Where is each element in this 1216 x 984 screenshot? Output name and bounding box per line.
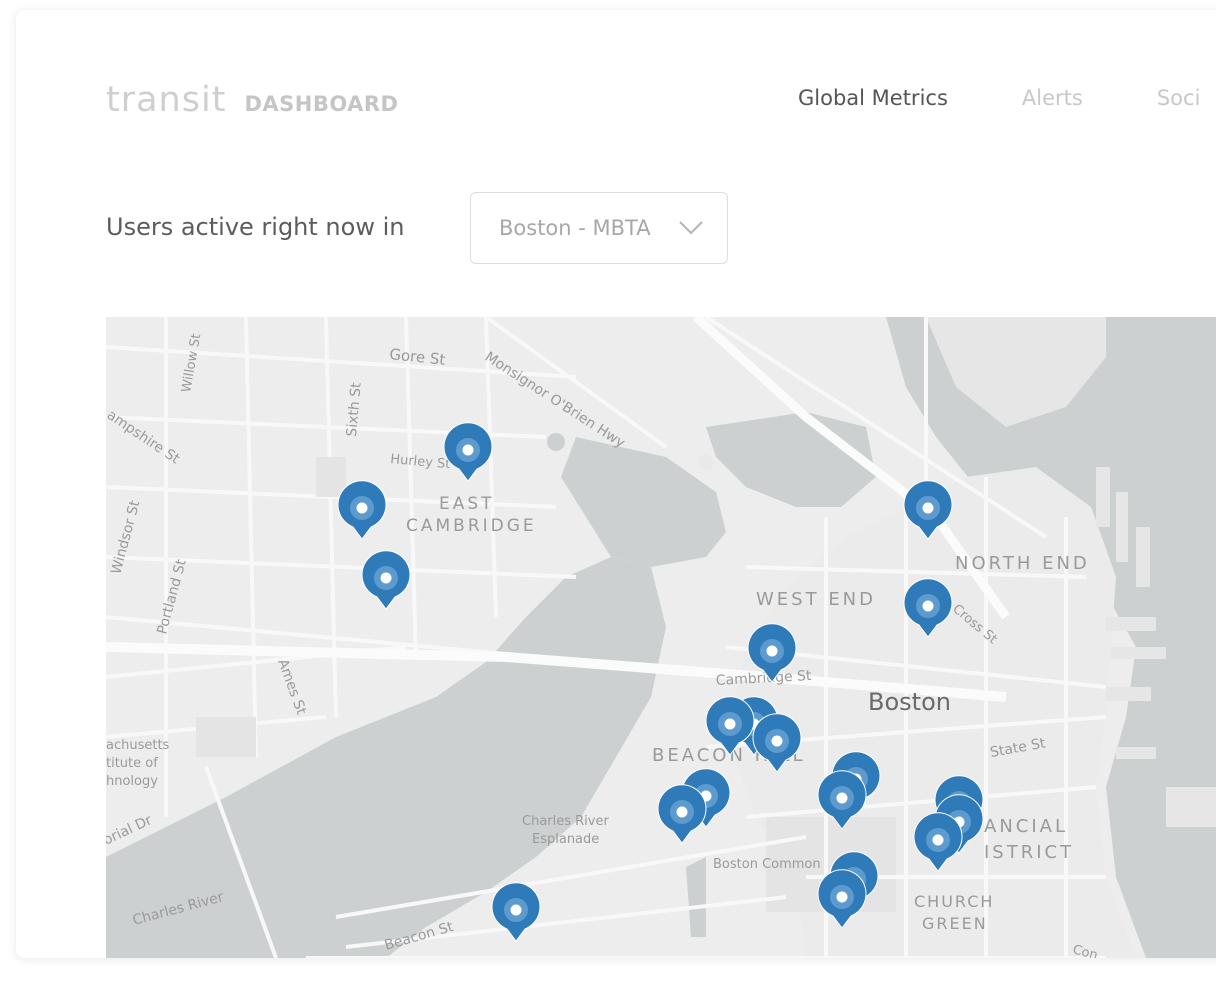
map-label-boston: Boston bbox=[868, 688, 951, 716]
chevron-down-icon bbox=[679, 221, 703, 235]
map-label-esplanade-2: Esplanade bbox=[532, 832, 599, 847]
map-label-east: EAST bbox=[439, 494, 495, 514]
top-nav: Global Metrics Alerts Soci bbox=[798, 86, 1200, 110]
map-label-west-end: WEST END bbox=[756, 589, 876, 610]
filter-prompt: Users active right now in bbox=[106, 213, 405, 241]
map-label-mit-3: hnology bbox=[106, 774, 158, 789]
map-label-esplanade-1: Charles River bbox=[522, 814, 609, 829]
nav-social[interactable]: Soci bbox=[1157, 86, 1201, 110]
logo-subtitle: DASHBOARD bbox=[244, 92, 399, 116]
nav-alerts[interactable]: Alerts bbox=[1022, 86, 1083, 110]
map-canvas: Gore St Monsignor O'Brien Hwy Willow St … bbox=[106, 317, 1216, 958]
map-label-cambridge: CAMBRIDGE bbox=[406, 516, 537, 536]
dashboard-card: transit DASHBOARD Global Metrics Alerts … bbox=[16, 10, 1216, 958]
map-label-mit-1: achusetts bbox=[106, 738, 170, 753]
logo-wordmark: transit bbox=[106, 80, 227, 120]
map-label-financial-1: ANCIAL bbox=[984, 816, 1068, 837]
map-label-church-1: CHURCH bbox=[914, 892, 994, 911]
logo[interactable]: transit DASHBOARD bbox=[106, 80, 398, 120]
agency-select[interactable]: Boston - MBTA bbox=[470, 192, 728, 264]
active-users-map[interactable]: Gore St Monsignor O'Brien Hwy Willow St … bbox=[106, 317, 1216, 958]
map-label-boston-common: Boston Common bbox=[713, 857, 821, 872]
map-label-church-2: GREEN bbox=[922, 914, 988, 933]
map-label-financial-2: ISTRICT bbox=[984, 842, 1074, 863]
map-label-mit-2: titute of bbox=[106, 756, 158, 771]
map-label-north-end: NORTH END bbox=[955, 553, 1090, 574]
agency-select-value: Boston - MBTA bbox=[499, 216, 651, 240]
nav-global-metrics[interactable]: Global Metrics bbox=[798, 86, 948, 110]
